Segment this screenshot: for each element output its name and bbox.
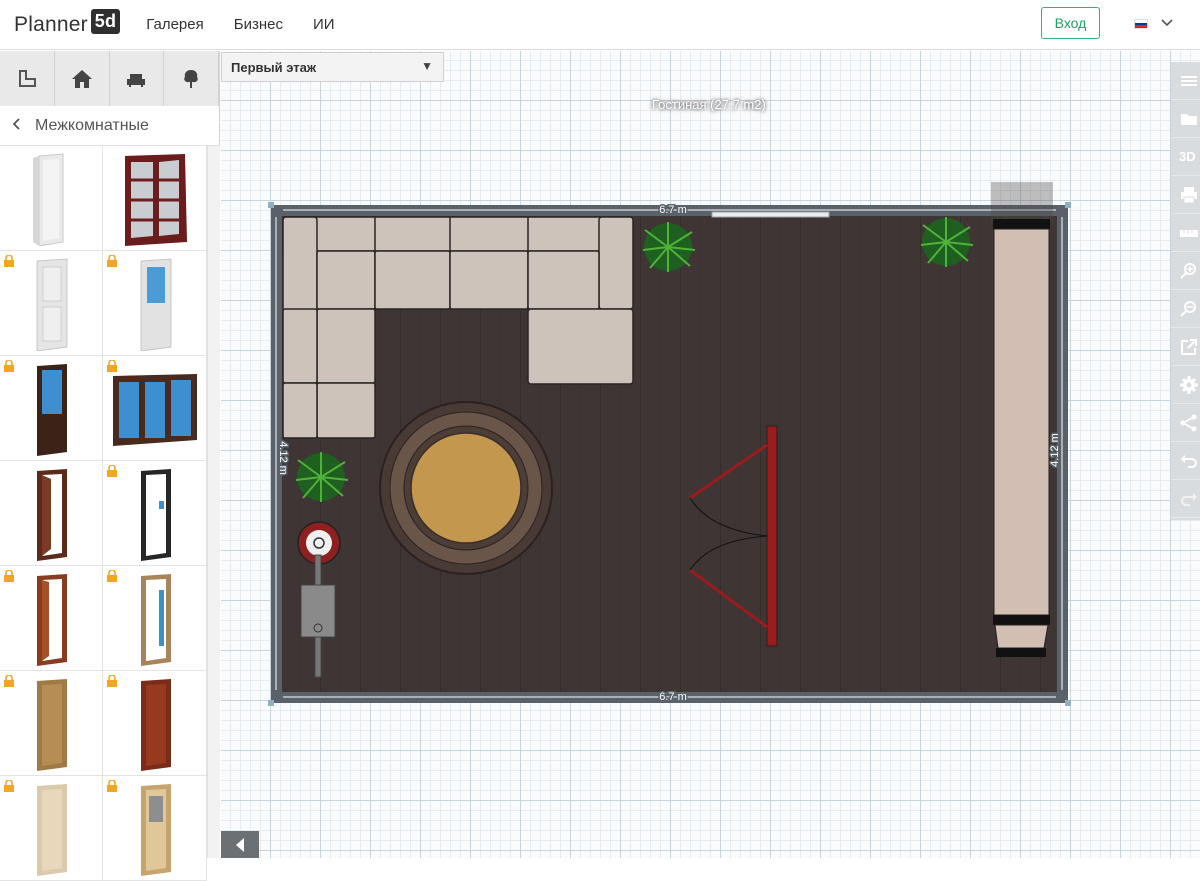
print-icon xyxy=(1181,186,1197,203)
round-rug[interactable] xyxy=(379,401,553,575)
logo-text: Planner xyxy=(14,12,88,36)
lock-icon xyxy=(107,360,117,372)
catalog-item-beige-door[interactable] xyxy=(0,776,103,881)
logo[interactable]: Planner 5d xyxy=(14,9,121,37)
window[interactable] xyxy=(711,211,830,218)
lock-icon xyxy=(107,255,117,267)
chevron-left-icon[interactable] xyxy=(12,117,21,135)
lock-icon xyxy=(4,780,14,792)
dropdown-arrow-icon: ▼ xyxy=(421,59,433,73)
share-button[interactable] xyxy=(1171,404,1200,442)
nav-gallery-link[interactable]: Галерея xyxy=(146,16,204,33)
catalog-item-blue-glass-door[interactable] xyxy=(103,251,207,356)
menu-button[interactable] xyxy=(1171,62,1200,100)
top-bar: Planner 5d Галерея Бизнес ИИ Вход xyxy=(0,0,1200,50)
login-button[interactable]: Вход xyxy=(1041,7,1100,39)
undo-button[interactable] xyxy=(1171,442,1200,480)
catalog-item-double-door[interactable] xyxy=(103,146,207,251)
export-button[interactable] xyxy=(1171,328,1200,366)
lock-icon xyxy=(107,465,117,477)
dimension-right: 4.12 m xyxy=(1049,433,1061,467)
room-label[interactable]: Гостиная (27.7 m2) xyxy=(652,97,766,112)
ruler-button[interactable] xyxy=(1171,214,1200,252)
floor-plan[interactable]: 6.7 m 6.7 m 4.12 m 4.12 m xyxy=(221,51,1200,858)
collapse-sidebar-button[interactable] xyxy=(221,831,259,858)
tab-furniture[interactable] xyxy=(109,51,165,106)
catalog-item-brown-frame-door[interactable] xyxy=(0,566,103,671)
lock-icon xyxy=(107,675,117,687)
tab-construction[interactable] xyxy=(54,51,110,106)
logo-badge: 5d xyxy=(90,9,121,34)
folder-icon xyxy=(1181,113,1197,125)
catalog-item-light-frame-door[interactable] xyxy=(103,566,207,671)
print-button[interactable] xyxy=(1171,176,1200,214)
nav-business-link[interactable]: Бизнес xyxy=(234,16,283,33)
redo-button[interactable] xyxy=(1171,480,1200,518)
tree-icon xyxy=(184,69,198,88)
lock-icon xyxy=(4,255,14,267)
menu-icon xyxy=(1181,75,1197,86)
ruler-icon xyxy=(1180,229,1198,237)
furniture-icon xyxy=(127,73,146,87)
open-project-button[interactable] xyxy=(1171,100,1200,138)
share-icon xyxy=(1180,414,1197,431)
catalog-item-dark-door[interactable] xyxy=(0,356,103,461)
lock-icon xyxy=(107,570,117,582)
catalog-item-red-wood-door[interactable] xyxy=(103,671,207,776)
catalog-item-black-door[interactable] xyxy=(103,461,207,566)
lock-icon xyxy=(4,675,14,687)
floor-select[interactable]: Первый этаж ▼ xyxy=(221,52,444,82)
chevron-left-icon xyxy=(236,837,244,852)
undo-icon xyxy=(1181,454,1197,468)
catalog-tabs xyxy=(0,51,219,106)
catalog-item-white-door[interactable] xyxy=(0,146,103,251)
category-title: Межкомнатные xyxy=(35,116,149,134)
chevron-down-icon[interactable] xyxy=(1161,14,1173,30)
catalog-scrollbar[interactable] xyxy=(207,146,220,858)
room-icon xyxy=(18,69,36,87)
right-toolbar: 3D xyxy=(1171,62,1200,520)
dimension-bottom: 6.7 m xyxy=(659,691,687,703)
lock-icon xyxy=(107,780,117,792)
zoom-in-button[interactable] xyxy=(1171,252,1200,290)
right-cabinet[interactable] xyxy=(991,182,1053,657)
zoom-out-button[interactable] xyxy=(1171,290,1200,328)
language-flag-icon[interactable] xyxy=(1134,19,1148,29)
view-3d-button[interactable]: 3D xyxy=(1171,138,1200,176)
catalog-sidebar: Межкомнатные xyxy=(0,51,220,881)
tab-rooms[interactable] xyxy=(0,51,55,106)
catalog-item-oak-door[interactable] xyxy=(0,671,103,776)
catalog-item-sliding-door[interactable] xyxy=(103,356,207,461)
catalog-item-brown-open-door[interactable] xyxy=(0,461,103,566)
category-header[interactable]: Межкомнатные xyxy=(0,106,219,146)
catalog-item-white-panel-door[interactable] xyxy=(0,251,103,356)
floor-select-value: Первый этаж xyxy=(231,59,317,75)
lock-icon xyxy=(4,570,14,582)
catalog-grid xyxy=(0,146,207,881)
lock-icon xyxy=(4,360,14,372)
redo-icon xyxy=(1181,492,1197,506)
house-icon xyxy=(71,69,92,88)
catalog-item-beige-glass-door[interactable] xyxy=(103,776,207,881)
settings-button[interactable] xyxy=(1171,366,1200,404)
zoom-out-icon xyxy=(1180,300,1196,317)
main-nav: Галерея Бизнес ИИ xyxy=(146,16,364,33)
nav-ai-link[interactable]: ИИ xyxy=(313,16,335,33)
dimension-top: 6.7 m xyxy=(659,204,687,216)
zoom-in-icon xyxy=(1180,262,1196,279)
gear-icon xyxy=(1180,375,1198,394)
tab-exterior[interactable] xyxy=(164,51,219,106)
dimension-left: 4.12 m xyxy=(277,441,289,475)
external-link-icon xyxy=(1181,338,1197,355)
